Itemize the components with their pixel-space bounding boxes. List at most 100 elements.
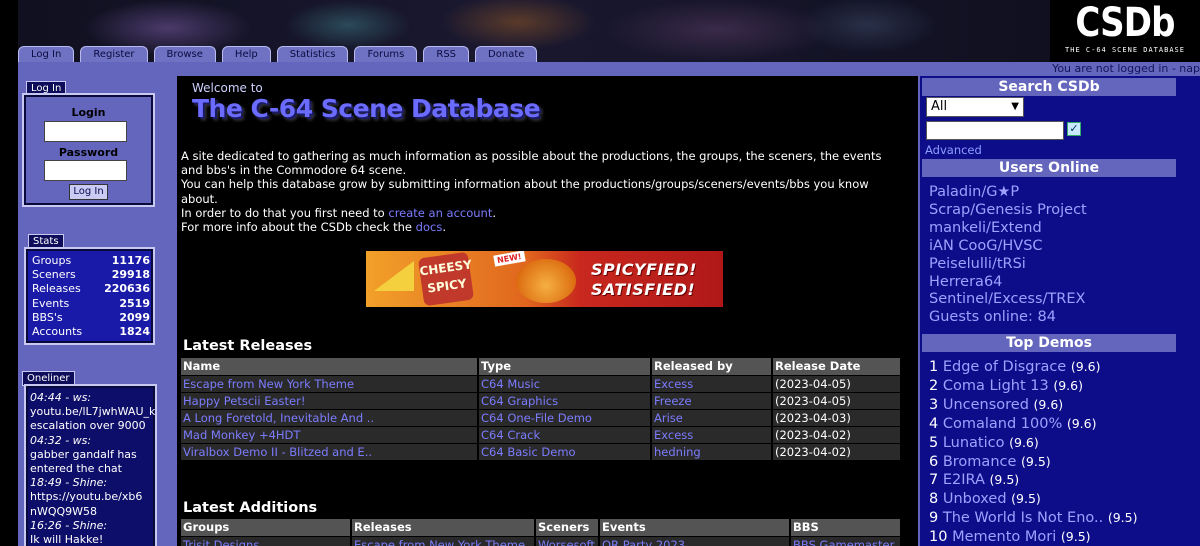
release-type-link[interactable]: C64 One-File Demo [478, 408, 652, 426]
oneliner-line[interactable]: youtu.be/lL7jwhWAU_k [26, 405, 155, 419]
top-demo-item: 5 Lunatico (9.6) [929, 434, 1039, 451]
release-name-link[interactable]: Viralbox Demo II - Blitzed and E.. [181, 442, 479, 460]
advanced-search-link[interactable]: Advanced [925, 143, 982, 157]
table-row: Trisit Designs Escape from New York Them… [181, 535, 902, 546]
release-name-link[interactable]: A Long Foretold, Inevitable And .. [181, 408, 479, 426]
top-demo-link[interactable]: The World Is Not Eno.. [943, 510, 1103, 526]
top-demo-link[interactable]: Coma Light 13 [943, 378, 1049, 394]
stats-row-accounts: Accounts 1824 [32, 325, 150, 339]
top-demo-link[interactable]: Lunatico [943, 435, 1005, 451]
stats-label: Sceners [32, 268, 76, 282]
docs-link[interactable]: docs [416, 220, 443, 234]
online-user-link[interactable]: Sentinel/Excess/TREX [929, 291, 1087, 309]
tab-help[interactable]: Help [221, 46, 271, 62]
table-row: Mad Monkey +4HDT C64 Crack Excess (2023-… [181, 425, 902, 443]
tab-register[interactable]: Register [80, 46, 148, 62]
cheese-image [374, 261, 414, 291]
stats-row-releases: Releases 220636 [32, 282, 150, 296]
tab-donate[interactable]: Donate [475, 46, 538, 62]
top-demo-link[interactable]: Comaland 100% [943, 416, 1062, 432]
oneliner-line[interactable]: https://youtu.be/xb6 [26, 490, 155, 504]
top-demo-item: 8 Unboxed (9.5) [929, 491, 1041, 508]
online-user-link[interactable]: Scrap/Genesis Project [929, 202, 1087, 220]
released-by-link[interactable]: hedning [651, 442, 773, 460]
intro-paragraph: For more info about the CSDb check the d… [181, 220, 446, 235]
top-demo-link[interactable]: Bromance [943, 454, 1017, 470]
column-header: Release Date [772, 358, 902, 375]
release-name-link[interactable]: Escape from New York Theme [181, 374, 479, 392]
online-user-link[interactable]: Herrera64 [929, 274, 1087, 292]
password-input[interactable] [44, 160, 127, 181]
search-category-value: All [931, 99, 948, 114]
create-account-link[interactable]: create an account [388, 206, 492, 220]
oneliner-line: 16:26 - Shine: [30, 518, 108, 532]
top-demo-link[interactable]: Memento Mori [952, 529, 1056, 545]
intro-paragraph: You can help this database grow by submi… [181, 177, 869, 206]
tab-log-in[interactable]: Log In [18, 46, 75, 62]
oneliner-line: 04:44 - ws: [30, 391, 92, 404]
tab-rss[interactable]: RSS [423, 46, 470, 62]
table-header-row: Groups Releases Sceners Events BBS [181, 519, 902, 536]
top-demo-link[interactable]: Edge of Disgrace [943, 359, 1066, 375]
users-online-title: Users Online [922, 159, 1176, 177]
release-name-link[interactable]: Mad Monkey +4HDT [181, 425, 479, 443]
csdb-logo[interactable]: CSDb THE C-64 SCENE DATABASE [1050, 0, 1200, 62]
released-by-link[interactable]: Excess [651, 425, 773, 443]
online-user-link[interactable]: iAN CooG/HVSC [929, 238, 1087, 256]
column-header: Releases [351, 519, 536, 536]
oneliner-line: 18:49 - Shine: [30, 476, 108, 490]
addition-group-link[interactable]: Trisit Designs [181, 535, 352, 546]
online-user-link[interactable]: Peiselulli/tRSi [929, 256, 1087, 274]
addition-release-link[interactable]: Escape from New York Theme [351, 535, 536, 546]
table-header-row: Name Type Released by Release Date [181, 358, 902, 375]
addition-bbs-link[interactable]: BBS Gamemaster [790, 535, 902, 546]
tab-browse[interactable]: Browse [153, 46, 216, 62]
top-demo-link[interactable]: E2IRA [943, 472, 985, 488]
top-demo-item: 4 Comaland 100% (9.6) [929, 415, 1097, 432]
top-demo-link[interactable]: Uncensored [943, 397, 1029, 413]
stats-value: 2519 [119, 296, 150, 310]
ad-slogan: SPICYFIED! SATISFIED! [591, 260, 697, 299]
release-type-link[interactable]: C64 Crack [478, 425, 652, 443]
search-input[interactable] [926, 121, 1064, 140]
top-demo-item: 3 Uncensored (9.6) [929, 396, 1064, 413]
logo-text: CSDb [1075, 0, 1175, 46]
stats-value: 29918 [111, 268, 150, 282]
release-name-link[interactable]: Happy Petscii Easter! [181, 391, 479, 409]
top-demo-link[interactable]: Unboxed [943, 491, 1007, 507]
top-demos-list: 1 Edge of Disgrace (9.6) 2 Coma Light 13… [929, 358, 1137, 546]
released-by-link[interactable]: Arise [651, 408, 773, 426]
released-by-link[interactable]: Excess [651, 374, 773, 392]
login-input[interactable] [44, 121, 127, 142]
latest-releases-table: Name Type Released by Release Date Escap… [181, 358, 902, 460]
released-by-link[interactable]: Freeze [651, 391, 773, 409]
search-submit-checkmark-icon[interactable]: ✓ [1067, 122, 1081, 136]
intro-paragraph: In order to do that you first need to cr… [181, 205, 496, 220]
release-type-link[interactable]: C64 Music [478, 374, 652, 392]
column-header: Events [599, 519, 791, 536]
oneliner-line[interactable]: nWQQ9W58 [26, 505, 155, 519]
addition-event-link[interactable]: OR Party 2023 [599, 535, 791, 546]
search-category-select[interactable]: All ▼ [926, 97, 1024, 117]
intro-text: A site dedicated to gathering as much in… [181, 149, 901, 234]
new-badge: NEW! [493, 251, 526, 267]
addition-scener-link[interactable]: Worsesoft [535, 535, 600, 546]
release-type-link[interactable]: C64 Graphics [478, 391, 652, 409]
stats-label: Events [32, 296, 70, 310]
online-user-link[interactable]: Paladin/G★P [929, 184, 1087, 202]
stats-table: Groups 11176 Sceners 29918 Releases 220636 … [32, 254, 150, 339]
release-date: (2023-04-05) [772, 391, 902, 409]
advertisement-banner[interactable]: CHEESY SPICY NEW! SPICYFIED! SATISFIED! [366, 251, 723, 307]
table-row: Escape from New York Theme C64 Music Exc… [181, 374, 902, 392]
top-demo-item: 2 Coma Light 13 (9.6) [929, 377, 1083, 394]
login-button[interactable]: Log In [69, 184, 108, 200]
column-header: Groups [181, 519, 352, 536]
oneliner-line: Ik will Hakke! [30, 533, 104, 546]
login-status-text: You are not logged in - nap [1052, 62, 1200, 75]
tab-statistics[interactable]: Statistics [276, 46, 349, 62]
online-user-link[interactable]: mankeli/Extend [929, 220, 1087, 238]
tab-forums[interactable]: Forums [354, 46, 418, 62]
release-date: (2023-04-03) [772, 408, 902, 426]
release-type-link[interactable]: C64 Basic Demo [478, 442, 652, 460]
stats-label: Groups [32, 254, 72, 267]
